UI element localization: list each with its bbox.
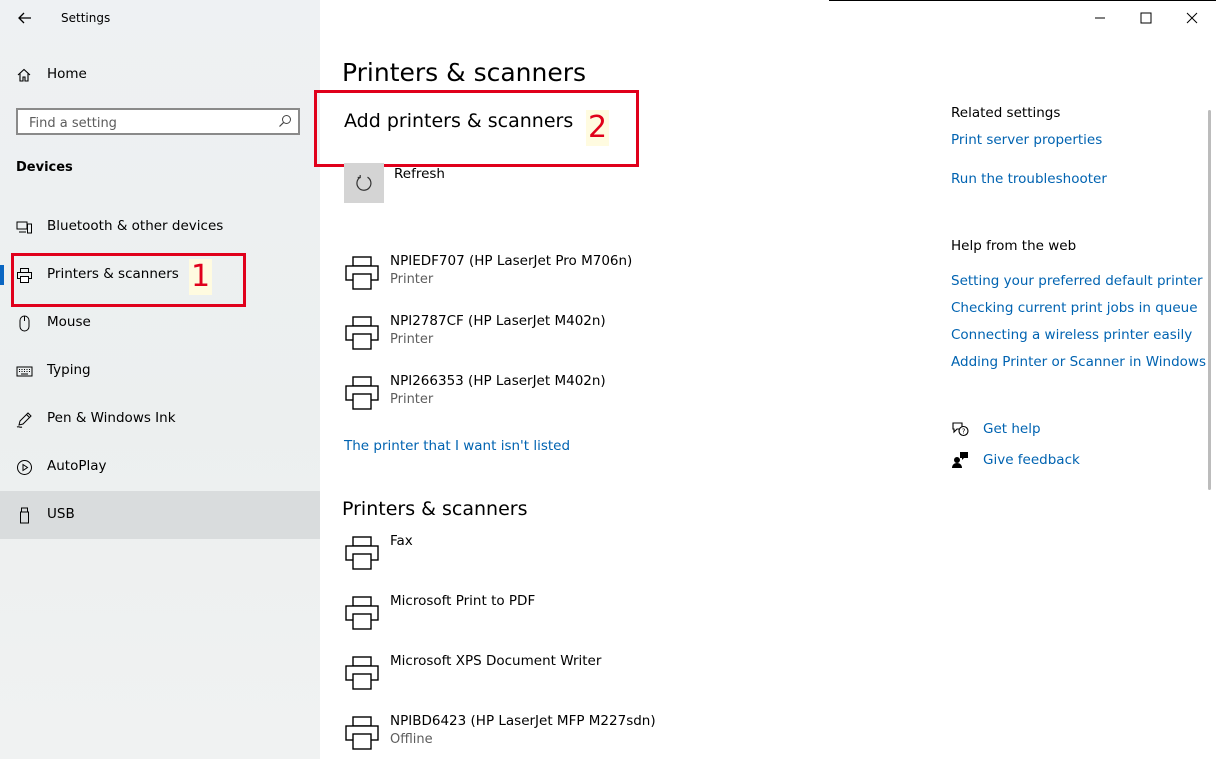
discovered-printer[interactable]: NPIEDF707 (HP LaserJet Pro M706n) Printe… (344, 253, 764, 303)
bluetooth-devices-icon (16, 221, 32, 234)
installed-printer[interactable]: Fax (344, 533, 764, 583)
related-settings-title: Related settings (951, 105, 1061, 121)
printer-name: Microsoft XPS Document Writer (390, 653, 602, 669)
selection-indicator (0, 265, 4, 285)
sidebar-item-autoplay[interactable]: AutoPlay (0, 443, 320, 491)
search-input[interactable] (27, 113, 276, 133)
installed-printer[interactable]: NPIBD6423 (HP LaserJet MFP M227sdn) Offl… (344, 713, 764, 763)
web-link-wireless-printer[interactable]: Connecting a wireless printer easily (951, 327, 1192, 343)
scrollbar[interactable] (1208, 110, 1211, 490)
printer-icon (345, 716, 379, 750)
printer-status: Offline (390, 732, 433, 747)
printer-status: Printer (390, 332, 434, 347)
web-link-default-printer[interactable]: Setting your preferred default printer (951, 273, 1203, 289)
printer-name: NPI266353 (HP LaserJet M402n) (390, 373, 606, 389)
search-box[interactable] (16, 108, 300, 135)
home-nav[interactable]: Home (0, 56, 320, 94)
page-title: Printers & scanners (342, 58, 587, 87)
mouse-icon (19, 315, 30, 332)
svg-text:?: ? (962, 428, 966, 436)
get-help-link[interactable]: Get help (983, 421, 1041, 437)
printer-name: Fax (390, 533, 413, 549)
pen-icon (16, 412, 32, 428)
run-troubleshooter-link[interactable]: Run the troubleshooter (951, 171, 1107, 187)
help-from-web-title: Help from the web (951, 238, 1077, 254)
minimize-button[interactable] (1088, 6, 1112, 30)
print-server-properties-link[interactable]: Print server properties (951, 132, 1102, 148)
installed-printer[interactable]: Microsoft XPS Document Writer (344, 653, 764, 703)
printer-icon (345, 656, 379, 690)
maximize-icon (1140, 12, 1152, 24)
sidebar-item-usb[interactable]: USB (0, 491, 320, 539)
back-button[interactable] (14, 7, 36, 29)
sidebar-item-label: USB (47, 506, 75, 522)
annotation-number-2: 2 (586, 110, 610, 146)
refresh-icon (356, 175, 372, 191)
sidebar-item-label: Pen & Windows Ink (47, 410, 176, 426)
sidebar-item-typing[interactable]: Typing (0, 347, 320, 395)
feedback-icon (952, 452, 968, 468)
sidebar-item-label: AutoPlay (47, 458, 107, 474)
section-title-devices: Devices (16, 160, 73, 175)
keyboard-icon (16, 366, 33, 377)
printer-name: NPIBD6423 (HP LaserJet MFP M227sdn) (390, 713, 656, 729)
printer-icon (345, 376, 379, 410)
web-link-adding-printer[interactable]: Adding Printer or Scanner in Windows (951, 354, 1206, 370)
maximize-button[interactable] (1134, 6, 1158, 30)
refresh-button[interactable] (344, 163, 384, 203)
printer-name: Microsoft Print to PDF (390, 593, 536, 609)
close-button[interactable] (1180, 6, 1204, 30)
discovered-printer[interactable]: NPI266353 (HP LaserJet M402n) Printer (344, 373, 764, 423)
refresh-label: Refresh (394, 166, 445, 182)
autoplay-icon (17, 460, 32, 475)
home-label: Home (47, 66, 87, 82)
give-feedback-link[interactable]: Give feedback (983, 452, 1080, 468)
printer-name: NPIEDF707 (HP LaserJet Pro M706n) (390, 253, 633, 269)
printer-status: Printer (390, 392, 434, 407)
home-icon (17, 68, 31, 82)
sidebar-item-label: Typing (47, 362, 91, 378)
printer-icon (345, 596, 379, 630)
discovered-printer[interactable]: NPI2787CF (HP LaserJet M402n) Printer (344, 313, 764, 363)
window-top-edge (829, 0, 1216, 1)
back-arrow-icon (18, 12, 31, 24)
sidebar: Settings Home Devices Bluetooth & other … (0, 0, 320, 759)
sidebar-item-pen[interactable]: Pen & Windows Ink (0, 395, 320, 443)
settings-window: Settings Home Devices Bluetooth & other … (0, 0, 1216, 759)
installed-printer[interactable]: Microsoft Print to PDF (344, 593, 764, 643)
printer-not-listed-link[interactable]: The printer that I want isn't listed (344, 438, 570, 454)
search-icon[interactable] (278, 114, 292, 128)
annotation-number-1: 1 (189, 259, 213, 295)
sidebar-item-label: Mouse (47, 314, 91, 330)
sidebar-item-bluetooth[interactable]: Bluetooth & other devices (0, 203, 320, 251)
installed-printers-title: Printers & scanners (342, 498, 528, 520)
get-help-icon: ? (952, 422, 969, 437)
printer-icon (345, 256, 379, 290)
printer-icon (345, 536, 379, 570)
sidebar-item-label: Bluetooth & other devices (47, 218, 224, 234)
app-title: Settings (61, 11, 111, 25)
printer-status: Printer (390, 272, 434, 287)
printer-name: NPI2787CF (HP LaserJet M402n) (390, 313, 606, 329)
minimize-icon (1095, 17, 1105, 19)
usb-icon (20, 507, 29, 524)
printer-icon (345, 316, 379, 350)
close-icon (1186, 12, 1198, 24)
web-link-print-jobs[interactable]: Checking current print jobs in queue (951, 300, 1198, 316)
